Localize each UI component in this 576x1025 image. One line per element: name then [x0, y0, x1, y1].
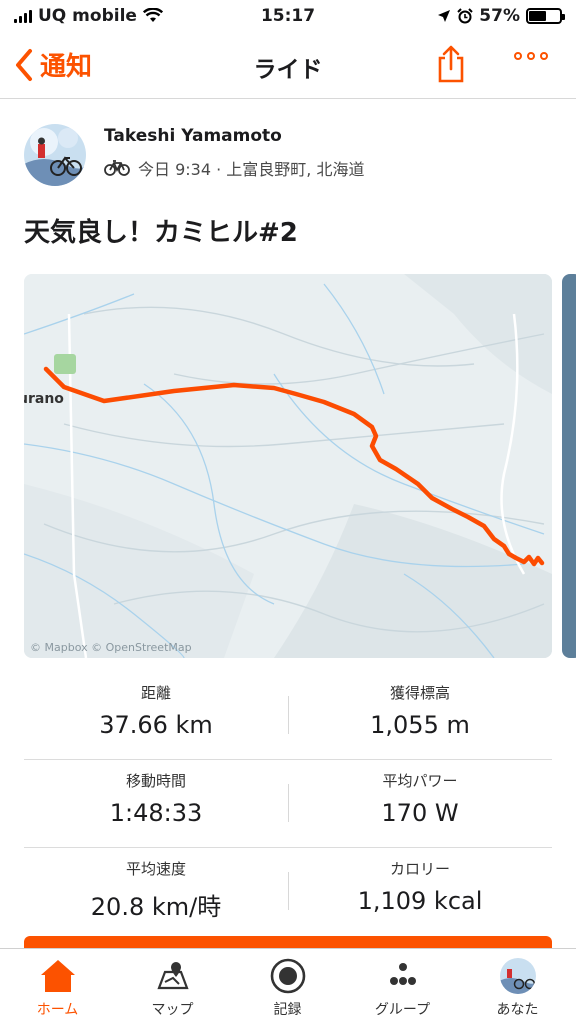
stat-value: 1,055 m [370, 711, 470, 739]
stat-label: 移動時間 [125, 772, 186, 790]
tab-home[interactable]: ホーム [0, 957, 115, 1019]
athlete-avatar[interactable] [24, 124, 86, 186]
stat-elevation-gain: 獲得標高 1,055 m [288, 682, 552, 739]
route-map[interactable]: urano © Mapbox © OpenStreetMap [24, 274, 552, 658]
location-arrow-icon [438, 10, 451, 22]
share-button[interactable] [436, 44, 466, 88]
tab-groups[interactable]: グループ [345, 957, 460, 1019]
stat-value: 37.66 km [99, 711, 213, 739]
activity-title: 天気良し！カミヒル#2 [24, 218, 298, 248]
stat-moving-time: 移動時間 1:48:33 [24, 770, 288, 827]
status-bar: UQ mobile 15:17 57% [0, 0, 576, 36]
tab-map[interactable]: マップ [115, 957, 230, 1019]
tab-label: 記録 [273, 1002, 302, 1018]
nav-bar: 通知 ライド [0, 36, 576, 99]
stat-label: 平均速度 [125, 860, 186, 878]
more-options-button[interactable] [514, 52, 548, 60]
stat-value: 170 W [381, 799, 459, 827]
tab-you[interactable]: あなた [460, 957, 575, 1019]
map-attribution: © Mapbox © OpenStreetMap [30, 641, 192, 654]
share-icon [438, 45, 464, 83]
next-media-peek[interactable] [562, 274, 576, 658]
battery-icon [526, 8, 565, 24]
stat-distance: 距離 37.66 km [24, 682, 288, 739]
stat-value: 20.8 km/時 [90, 893, 222, 921]
alarm-icon [457, 8, 474, 24]
map-terrain [24, 274, 552, 658]
athlete-name[interactable]: Takeshi Yamamoto [104, 126, 282, 146]
tab-bar: ホーム マップ 記録 グループ あなた [0, 948, 576, 1025]
activity-date-location: 今日 9:34 · 上富良野町, 北海道 [138, 160, 365, 179]
bike-icon [104, 160, 130, 176]
stats-row: 移動時間 1:48:33 平均パワー 170 W [24, 760, 552, 848]
page-title: ライド [253, 57, 323, 83]
stat-label: 平均パワー [382, 772, 458, 790]
tab-label: あなた [496, 1002, 539, 1018]
stat-label: 距離 [140, 684, 171, 702]
map-place-label: urano [24, 391, 64, 407]
record-icon [270, 958, 305, 994]
stat-value: 1:48:33 [109, 799, 203, 827]
stat-value: 1,109 kcal [357, 887, 483, 915]
battery-percent: 57% [479, 6, 520, 26]
stat-avg-power: 平均パワー 170 W [288, 770, 552, 827]
stat-label: カロリー [389, 860, 450, 878]
tab-label: ホーム [36, 1002, 79, 1018]
map-icon [156, 962, 189, 990]
stat-calories: カロリー 1,109 kcal [288, 858, 552, 915]
activity-meta: 今日 9:34 · 上富良野町, 北海道 [104, 156, 364, 180]
stats-row: 平均速度 20.8 km/時 カロリー 1,109 kcal [24, 848, 552, 935]
tab-label: マップ [151, 1002, 194, 1018]
avatar-icon [499, 958, 536, 994]
stat-avg-speed: 平均速度 20.8 km/時 [24, 858, 288, 922]
group-icon [389, 963, 416, 985]
tab-record[interactable]: 記録 [230, 957, 345, 1019]
stat-label: 獲得標高 [389, 684, 450, 702]
stats-row: 距離 37.66 km 獲得標高 1,055 m [24, 672, 552, 760]
tab-label: グループ [374, 1002, 431, 1018]
stats-grid: 距離 37.66 km 獲得標高 1,055 m 移動時間 1:48:33 平均… [24, 672, 552, 935]
home-icon [40, 960, 75, 992]
